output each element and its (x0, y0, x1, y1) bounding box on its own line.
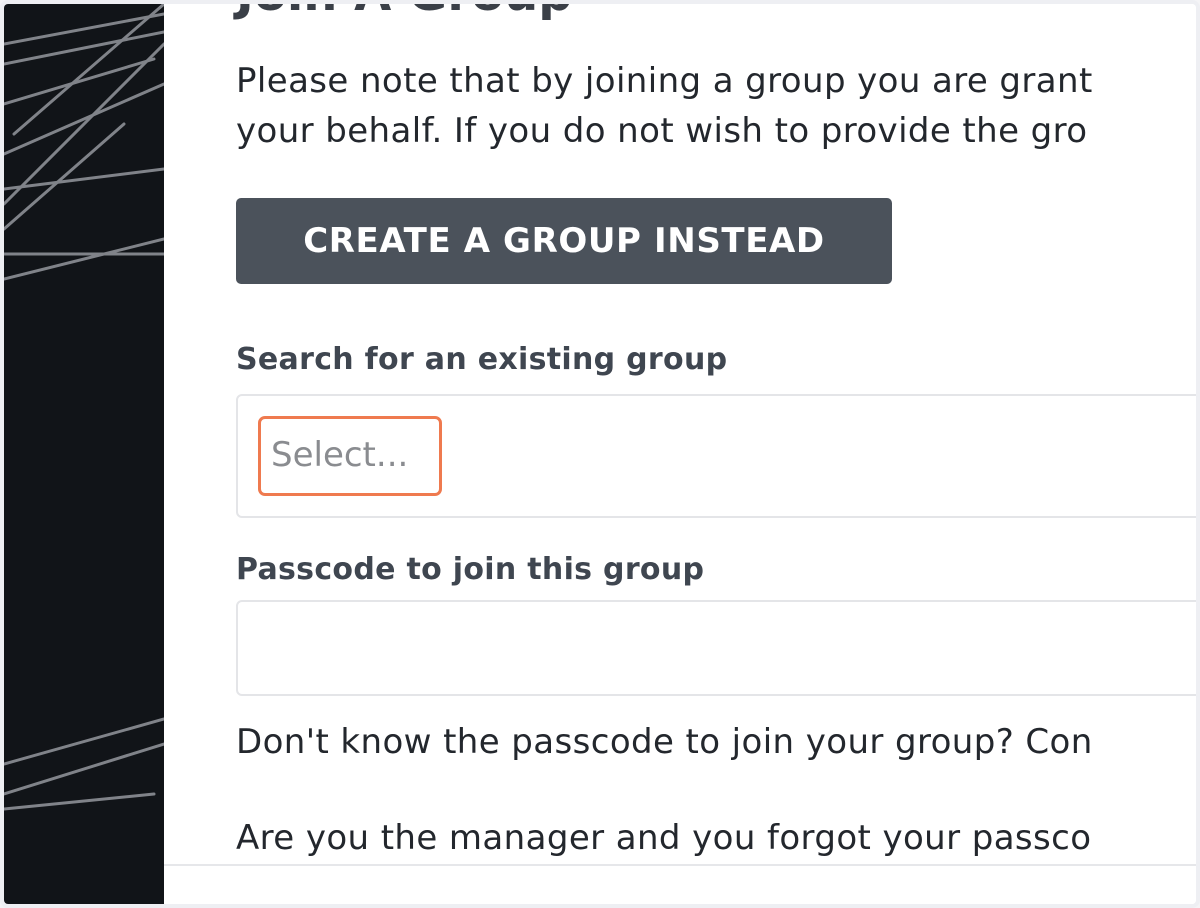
intro-text: Please note that by joining a group you … (236, 56, 1196, 156)
create-group-button[interactable]: CREATE A GROUP INSTEAD (236, 198, 892, 284)
app-window: Join A Group Please note that by joining… (0, 0, 1200, 908)
intro-line: your behalf. If you do not wish to provi… (236, 111, 1088, 151)
join-group-panel: Join A Group Please note that by joining… (164, 4, 1196, 864)
page-title: Join A Group (236, 4, 573, 22)
intro-line: Please note that by joining a group you … (236, 61, 1093, 101)
group-search-select[interactable]: Select... (236, 394, 1196, 518)
manager-help-text: Are you the manager and you forgot your … (236, 818, 1092, 858)
passcode-help-text: Don't know the passcode to join your gro… (236, 722, 1093, 762)
scribble-pattern (4, 4, 164, 811)
passcode-input[interactable] (236, 600, 1196, 696)
passcode-label: Passcode to join this group (236, 552, 705, 587)
sidebar-decorative-panel (4, 4, 164, 904)
select-placeholder[interactable]: Select... (258, 416, 442, 496)
footer-bar (164, 864, 1196, 904)
search-group-label: Search for an existing group (236, 342, 728, 377)
